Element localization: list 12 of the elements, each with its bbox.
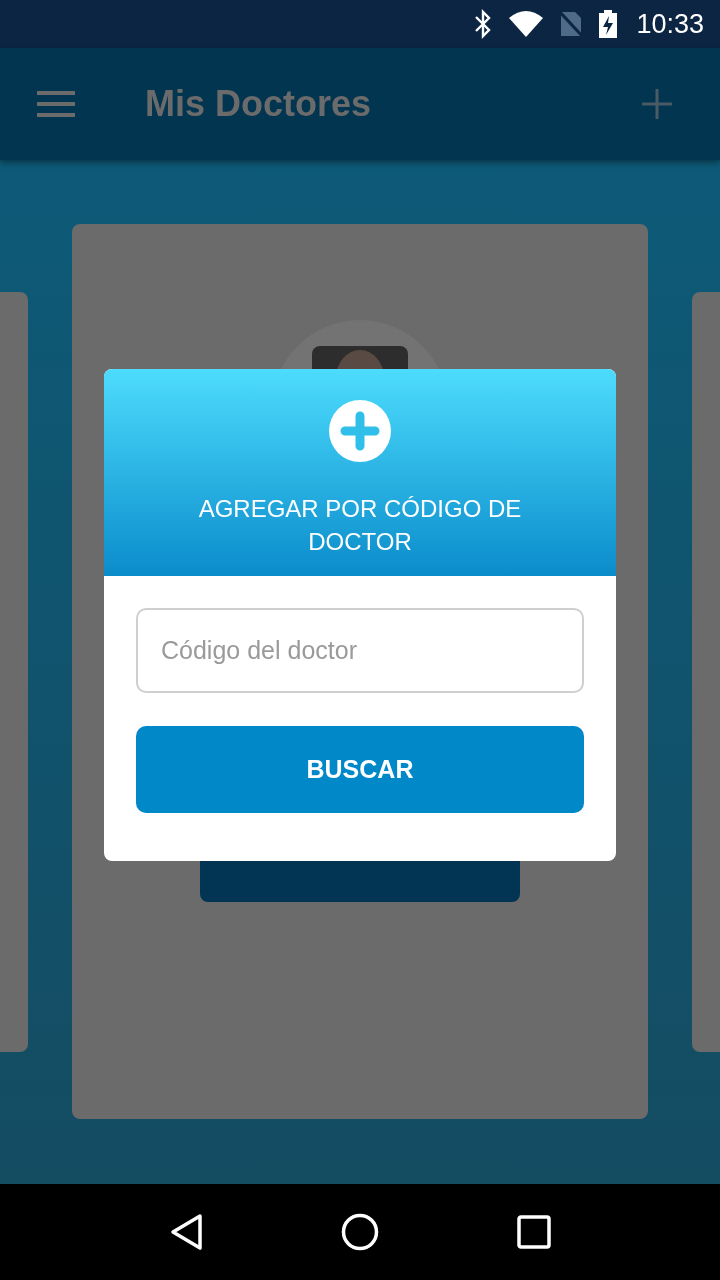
search-button[interactable]: BUSCAR (136, 726, 584, 813)
doctor-code-field[interactable]: Código del doctor (136, 608, 584, 693)
back-icon[interactable] (169, 1213, 203, 1251)
menu-icon[interactable] (37, 90, 75, 118)
recents-icon[interactable] (517, 1215, 551, 1249)
dialog-title: AGREGAR POR CÓDIGO DE DOCTOR (197, 494, 523, 557)
home-icon[interactable] (341, 1213, 379, 1251)
plus-icon (329, 400, 391, 462)
wifi-icon (508, 10, 545, 38)
battery-charging-icon (598, 9, 619, 39)
app-title: Mis Doctores (145, 83, 373, 125)
clock-time: 10:33 (636, 8, 704, 40)
